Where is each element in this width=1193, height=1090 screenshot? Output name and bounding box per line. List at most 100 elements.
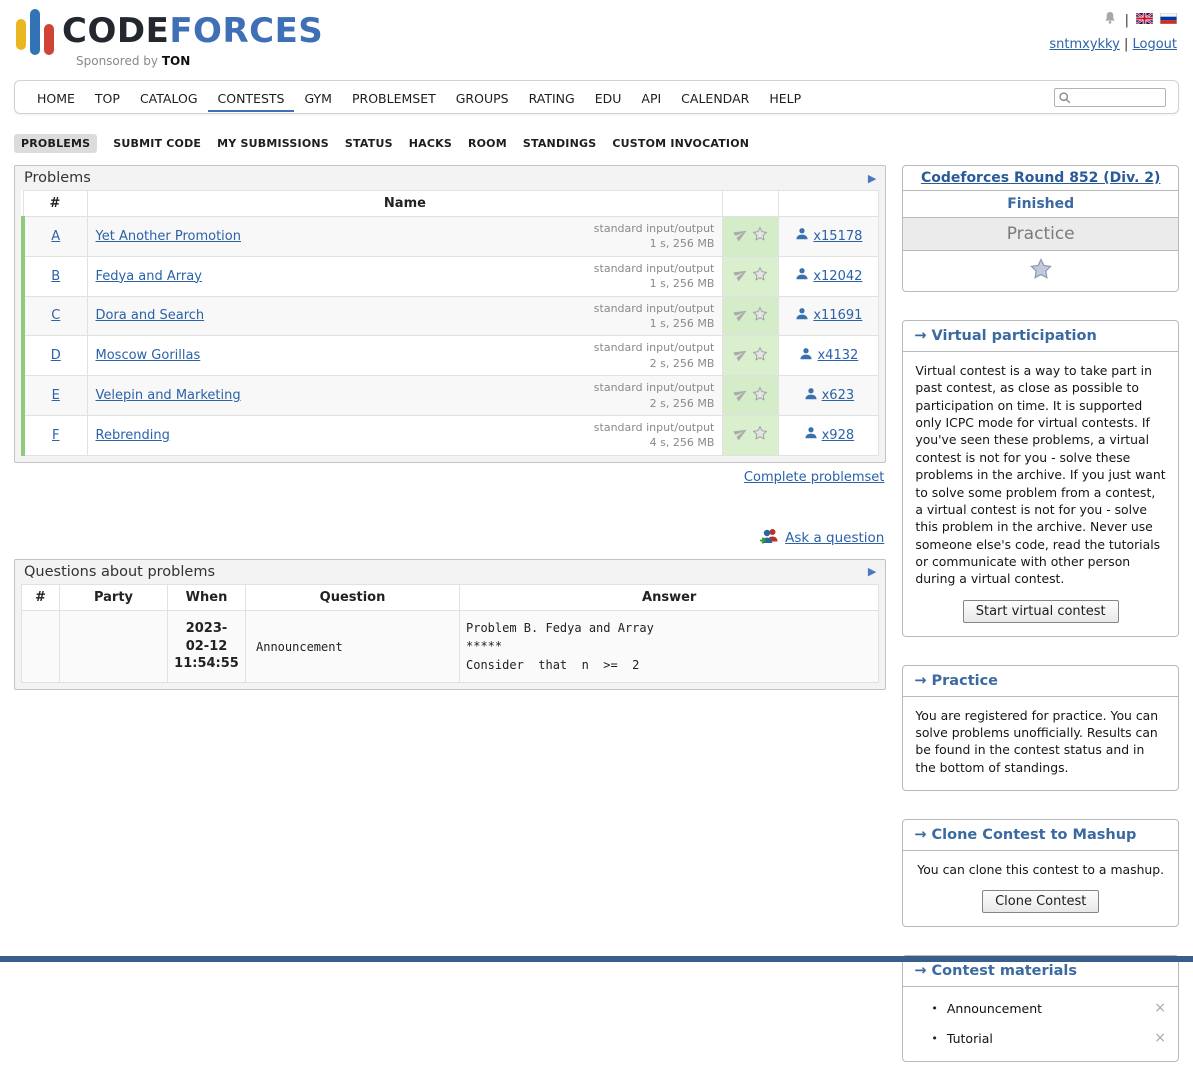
subnav-standings[interactable]: STANDINGS <box>523 137 596 150</box>
expand-arrow-icon[interactable]: ▶ <box>868 565 876 578</box>
start-virtual-contest-button[interactable]: Start virtual contest <box>963 600 1119 623</box>
close-icon[interactable]: × <box>1154 1030 1166 1046</box>
contest-info-box: Codeforces Round 852 (Div. 2) Finished P… <box>902 165 1179 292</box>
arrow-right-icon: → <box>914 827 926 843</box>
material-announcement-link[interactable]: Announcement <box>947 1001 1042 1016</box>
problems-box: Problems ▶ # Name A <box>14 165 886 463</box>
notifications-bell-icon[interactable] <box>1102 10 1118 30</box>
favorite-star-icon[interactable] <box>752 226 768 246</box>
subnav-status[interactable]: STATUS <box>345 137 393 150</box>
submit-icon[interactable] <box>734 227 748 245</box>
problem-name-link[interactable]: Velepin and Marketing <box>96 388 241 403</box>
nav-item-api[interactable]: API <box>631 83 671 112</box>
favorite-star-icon[interactable] <box>1029 270 1053 285</box>
problem-index-link[interactable]: F <box>52 428 59 443</box>
nav-item-gym[interactable]: GYM <box>294 83 341 112</box>
solved-count-link[interactable]: x11691 <box>795 307 862 325</box>
person-icon <box>804 426 818 444</box>
favorite-star-icon[interactable] <box>752 346 768 366</box>
sponsor-prefix: Sponsored by <box>76 54 158 68</box>
bullet-icon: • <box>931 1002 938 1015</box>
nav-item-help[interactable]: HELP <box>759 83 811 112</box>
question-num <box>22 610 60 683</box>
solved-count-link[interactable]: x928 <box>804 426 855 444</box>
solved-count-link[interactable]: x12042 <box>795 267 862 285</box>
col-header-answer: Answer <box>460 584 879 610</box>
solved-count-link[interactable]: x4132 <box>799 347 858 365</box>
submit-icon[interactable] <box>734 307 748 325</box>
problem-index-link[interactable]: C <box>51 308 60 323</box>
complete-problemset-link[interactable]: Complete problemset <box>744 470 884 485</box>
subnav-problems[interactable]: PROBLEMS <box>14 134 97 153</box>
ask-question-link[interactable]: Ask a question <box>785 530 884 546</box>
problem-index-link[interactable]: B <box>51 269 60 284</box>
clone-text: You can clone this contest to a mashup. <box>903 851 1178 886</box>
col-header-party: Party <box>60 584 168 610</box>
problem-name-link[interactable]: Fedya and Array <box>96 269 202 284</box>
nav-item-top[interactable]: TOP <box>85 83 130 112</box>
submit-icon[interactable] <box>734 267 748 285</box>
logout-link[interactable]: Logout <box>1132 37 1177 52</box>
solved-count-link[interactable]: x15178 <box>795 227 862 245</box>
lang-en-flag-icon[interactable] <box>1136 13 1153 28</box>
subnav-room[interactable]: ROOM <box>468 137 507 150</box>
lang-ru-flag-icon[interactable] <box>1160 13 1177 28</box>
virtual-text: Virtual contest is a way to take part in… <box>903 352 1178 596</box>
problem-index-link[interactable]: D <box>51 348 61 363</box>
subnav-custom-invocation[interactable]: CUSTOM INVOCATION <box>612 137 749 150</box>
person-icon <box>804 387 818 405</box>
col-header-index: # <box>23 191 87 217</box>
problem-name-link[interactable]: Yet Another Promotion <box>96 229 241 244</box>
nav-item-contests[interactable]: CONTESTS <box>208 83 295 112</box>
nav-item-problemset[interactable]: PROBLEMSET <box>342 83 446 112</box>
col-header-question: Question <box>246 584 460 610</box>
submit-icon[interactable] <box>734 387 748 405</box>
col-header-num: # <box>22 584 60 610</box>
contest-title-link[interactable]: Codeforces Round 852 (Div. 2) <box>921 170 1160 186</box>
sponsor-line: Sponsored by TON <box>76 54 323 68</box>
nav-item-catalog[interactable]: CATALOG <box>130 83 208 112</box>
subnav-hacks[interactable]: HACKS <box>409 137 452 150</box>
nav-item-rating[interactable]: RATING <box>519 83 585 112</box>
solved-count-link[interactable]: x623 <box>804 387 855 405</box>
favorite-star-icon[interactable] <box>752 266 768 286</box>
footer-bar <box>0 956 1193 962</box>
table-row: C Dora and Search standard input/output1… <box>23 296 879 336</box>
clone-contest-button[interactable]: Clone Contest <box>982 890 1099 913</box>
expand-arrow-icon[interactable]: ▶ <box>868 172 876 185</box>
username-link[interactable]: sntmxykky <box>1049 37 1119 52</box>
problem-name-link[interactable]: Dora and Search <box>96 308 205 323</box>
problem-index-link[interactable]: A <box>51 229 60 244</box>
question-answer: Problem B. Fedya and Array ***** Conside… <box>460 610 879 683</box>
practice-title: Practice <box>932 673 999 689</box>
col-header-solved <box>779 191 879 217</box>
nav-item-calendar[interactable]: CALENDAR <box>671 83 759 112</box>
problem-name-link[interactable]: Moscow Gorillas <box>96 348 201 363</box>
subnav-my-submissions[interactable]: MY SUBMISSIONS <box>217 137 329 150</box>
logo-code: CODE <box>62 11 169 51</box>
materials-title: Contest materials <box>932 963 1077 979</box>
separator: | <box>1125 13 1129 28</box>
favorite-star-icon[interactable] <box>752 306 768 326</box>
problem-name-link[interactable]: Rebrending <box>96 428 170 443</box>
submit-icon[interactable] <box>734 347 748 365</box>
submit-icon[interactable] <box>734 426 748 444</box>
nav-item-edu[interactable]: EDU <box>585 83 632 112</box>
main-column: Problems ▶ # Name A <box>14 165 886 690</box>
sidebar: Codeforces Round 852 (Div. 2) Finished P… <box>902 165 1179 1090</box>
problem-index-link[interactable]: E <box>52 388 60 403</box>
nav-item-groups[interactable]: GROUPS <box>446 83 519 112</box>
col-header-actions <box>723 191 779 217</box>
logo[interactable]: CODEFORCES Sponsored by TON <box>16 8 323 74</box>
favorite-star-icon[interactable] <box>752 386 768 406</box>
subnav-submit-code[interactable]: SUBMIT CODE <box>113 137 201 150</box>
material-tutorial-link[interactable]: Tutorial <box>947 1031 993 1046</box>
arrow-right-icon: → <box>914 673 926 689</box>
question-text: Announcement <box>246 610 460 683</box>
nav-item-home[interactable]: HOME <box>27 83 85 112</box>
close-icon[interactable]: × <box>1154 1000 1166 1016</box>
favorite-star-icon[interactable] <box>752 425 768 445</box>
clone-title: Clone Contest to Mashup <box>932 827 1137 843</box>
table-row: F Rebrending standard input/output4 s, 2… <box>23 415 879 455</box>
virtual-participation-box: →Virtual participation Virtual contest i… <box>902 320 1179 637</box>
